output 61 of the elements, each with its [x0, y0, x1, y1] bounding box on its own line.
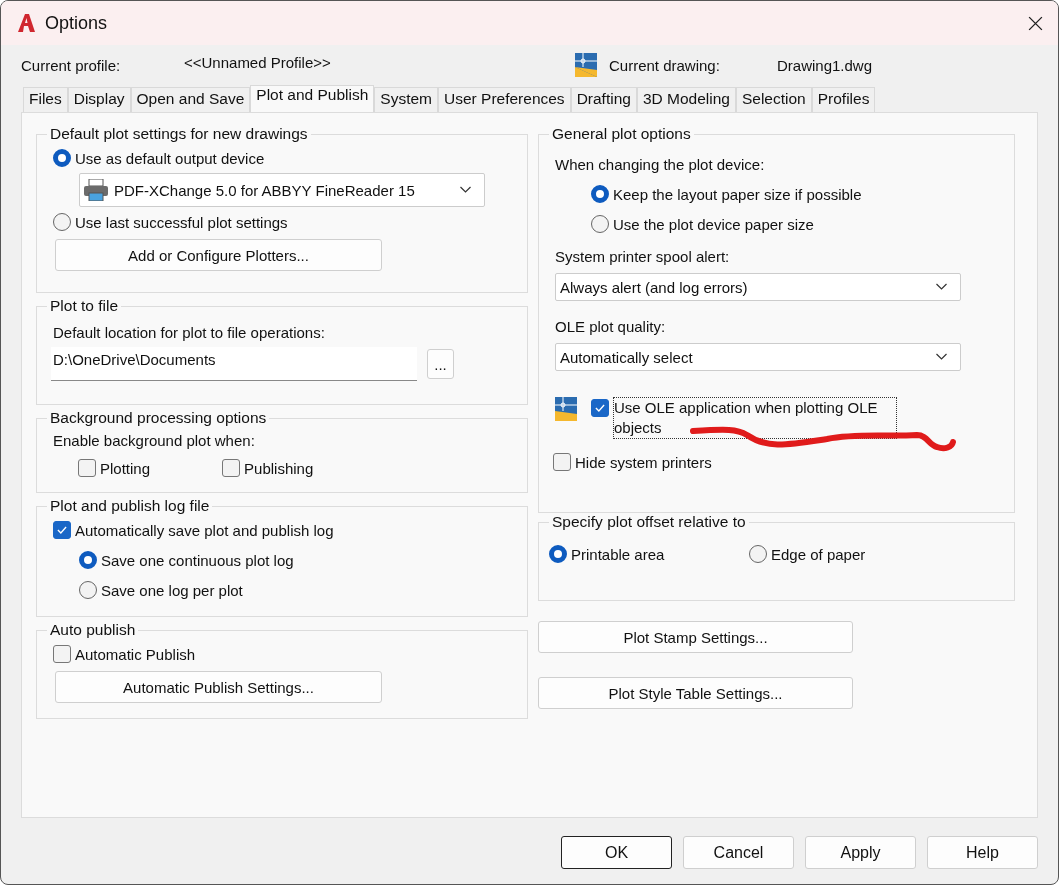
- location-field[interactable]: D:\OneDrive\Documents: [51, 347, 417, 381]
- checkbox[interactable]: Publishing: [222, 453, 314, 483]
- radio-button[interactable]: Use as default output device: [53, 143, 265, 173]
- radio-button[interactable]: Printable area: [549, 539, 749, 569]
- location-label: Default location for plot to file operations:: [53, 322, 325, 343]
- radio-button[interactable]: Save one log per plot: [79, 575, 243, 605]
- tab[interactable]: Files: [23, 87, 68, 112]
- dialog-button[interactable]: OK: [561, 836, 672, 869]
- device-dropdown[interactable]: PDF-XChange 5.0 for ABBYY FineReader 15: [79, 173, 485, 207]
- close-icon[interactable]: [1027, 14, 1044, 32]
- chevron-down-icon: [935, 283, 948, 291]
- drawing-label: Current drawing:: [609, 56, 721, 74]
- tab[interactable]: Selection: [735, 87, 812, 112]
- spool-alert-dropdown[interactable]: Always alert (and log errors): [555, 273, 961, 301]
- dialog-button[interactable]: Apply: [805, 836, 916, 869]
- background-plot-label: Enable background plot when:: [53, 430, 255, 451]
- group-title: General plot options: [551, 125, 692, 143]
- spool-alert-label: System printer spool alert:: [555, 246, 730, 267]
- ole-quality-label: OLE plot quality:: [555, 316, 666, 337]
- profile-name: <<Unnamed Profile>>: [184, 54, 332, 71]
- dialog-button[interactable]: Help: [927, 836, 1038, 869]
- group-title: Specify plot offset relative to: [551, 513, 747, 531]
- tab[interactable]: Profiles: [811, 87, 876, 112]
- checkbox[interactable]: Automatically save plot and publish log: [53, 515, 334, 545]
- group-title: Plot to file: [49, 297, 120, 315]
- drawing-file-icon: [555, 397, 577, 421]
- group-title: Auto publish: [49, 621, 137, 639]
- settings-button[interactable]: Plot Style Table Settings...: [538, 677, 853, 709]
- radio-button[interactable]: Save one continuous plot log: [79, 545, 294, 575]
- chevron-down-icon: [459, 186, 472, 194]
- browse-button[interactable]: ...: [427, 349, 454, 379]
- publish-settings-button[interactable]: Automatic Publish Settings...: [55, 671, 382, 703]
- checkbox[interactable]: Hide system printers: [553, 447, 712, 477]
- app-logo-icon: [16, 13, 36, 33]
- radio-button[interactable]: Use the plot device paper size: [591, 209, 814, 239]
- drawing-file-icon: [575, 53, 597, 77]
- tab[interactable]: Open and Save: [130, 87, 251, 112]
- tab[interactable]: Drafting: [570, 87, 637, 112]
- chevron-down-icon: [935, 353, 948, 361]
- group-title: Plot and publish log file: [49, 497, 211, 515]
- device-change-label: When changing the plot device:: [555, 154, 765, 175]
- checkbox[interactable]: Plotting: [78, 453, 151, 483]
- profile-label: Current profile:: [21, 56, 122, 74]
- tab[interactable]: Display: [67, 87, 131, 112]
- ole-quality-dropdown[interactable]: Automatically select: [555, 343, 961, 371]
- tab[interactable]: System: [374, 87, 438, 112]
- radio-button[interactable]: Edge of paper: [749, 539, 866, 569]
- radio-button[interactable]: Keep the layout paper size if possible: [591, 179, 862, 209]
- add-plotters-button[interactable]: Add or Configure Plotters...: [55, 239, 382, 271]
- group-title: Default plot settings for new drawings: [49, 125, 309, 143]
- checkbox[interactable]: Automatic Publish: [53, 639, 196, 669]
- dialog-button[interactable]: Cancel: [683, 836, 794, 869]
- printer-icon: [84, 179, 108, 201]
- group-title: Background processing options: [49, 409, 268, 427]
- radio-button[interactable]: Use last successful plot settings: [53, 207, 288, 237]
- tab[interactable]: Plot and Publish: [250, 85, 375, 112]
- tab[interactable]: 3D Modeling: [636, 87, 736, 112]
- tab[interactable]: User Preferences: [438, 87, 571, 112]
- settings-button[interactable]: Plot Stamp Settings...: [538, 621, 853, 653]
- window-title: Options: [45, 12, 109, 34]
- drawing-name: Drawing1.dwg: [777, 56, 873, 74]
